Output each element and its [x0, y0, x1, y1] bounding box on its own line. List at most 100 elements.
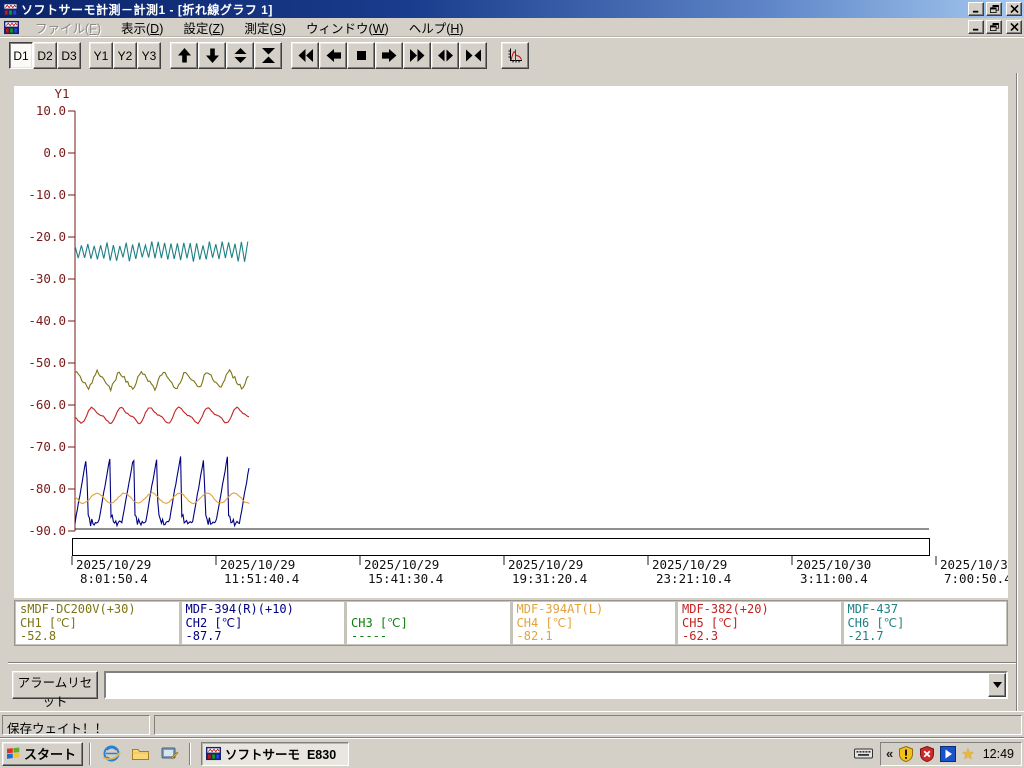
ie-icon[interactable]	[101, 744, 121, 764]
legend-cell-ch2: MDF-394(R)(+10) CH2 [℃] -87.7	[181, 602, 344, 644]
legend-cell-ch1: sMDF-DC200V(+30) CH1 [℃] -52.8	[16, 602, 179, 644]
expand-vertical-button[interactable]	[226, 42, 254, 69]
shield-error-icon[interactable]	[919, 745, 935, 762]
status-message: 保存ウェイト！！	[2, 715, 150, 735]
x-range-scrollbar[interactable]	[72, 538, 930, 556]
show-desktop-icon[interactable]	[159, 744, 179, 764]
tray-area: « ★ 12:49	[854, 741, 1022, 766]
menu-w[interactable]: ウィンドウ(W)	[296, 16, 399, 39]
step-forward-button[interactable]	[375, 42, 403, 69]
client-right-edge	[1016, 73, 1018, 711]
svg-text:2025/10/29: 2025/10/29	[220, 557, 295, 572]
menubar: ファイル(F) 表示(D) 設定(Z) 測定(S) ウィンドウ(W) ヘルプ(H)	[0, 18, 1024, 37]
star-icon[interactable]: ★	[961, 745, 974, 763]
channel-legend: sMDF-DC200V(+30) CH1 [℃] -52.8 MDF-394(R)(+…	[14, 600, 1008, 646]
minimize-button[interactable]	[968, 2, 984, 16]
expand-horizontal-button[interactable]	[431, 42, 459, 69]
taskbar-separator	[189, 742, 192, 765]
legend-channel: CH3 [℃]	[351, 615, 408, 630]
legend-value: -62.3	[682, 629, 719, 643]
system-tray: « ★ 12:49	[880, 741, 1022, 766]
svg-text:8:01:50.4: 8:01:50.4	[80, 571, 148, 586]
menu-f[interactable]: ファイル(F)	[25, 16, 111, 39]
toolbar-button-y1[interactable]: Y1	[89, 42, 113, 69]
legend-cell-ch5: MDF-382(+20) CH5 [℃] -62.3	[678, 602, 841, 644]
legend-name: MDF-382(+20)	[682, 602, 769, 616]
skip-forward-button[interactable]	[403, 42, 431, 69]
app-icon	[3, 2, 18, 17]
menu-d[interactable]: 表示(D)	[111, 16, 173, 39]
alarm-reset-button[interactable]: アラームリセット	[12, 671, 98, 709]
legend-channel: CH6 [℃]	[847, 615, 905, 630]
menu-h[interactable]: ヘルプ(H)	[399, 16, 474, 39]
legend-name	[351, 603, 506, 617]
svg-text:2025/10/30: 2025/10/30	[940, 557, 1008, 572]
trace-ch2	[74, 456, 250, 528]
app-icon	[206, 746, 222, 761]
taskbar-separator	[89, 742, 92, 765]
trace-ch1	[74, 368, 249, 393]
legend-cell-ch4: MDF-394AT(L) CH4 [℃] -82.1	[512, 602, 675, 644]
skip-back-button[interactable]	[291, 42, 319, 69]
down-arrow-button[interactable]	[198, 42, 226, 69]
collapse-vertical-button[interactable]	[254, 42, 282, 69]
child-close-button[interactable]	[1006, 20, 1022, 34]
child-minimize-button[interactable]	[968, 20, 984, 34]
svg-text:-30.0: -30.0	[28, 271, 66, 286]
tray-clock[interactable]: 12:49	[980, 747, 1014, 761]
toolbar-button-d1[interactable]: D1	[9, 42, 33, 69]
toolbar-button-d2[interactable]: D2	[33, 42, 57, 69]
legend-cell-ch3: CH3 [℃] -----	[347, 602, 510, 644]
alarm-combo-value[interactable]	[106, 673, 988, 697]
taskbar-app-label: ソフトサーモ E830	[225, 748, 337, 762]
restore-button[interactable]	[986, 2, 1002, 16]
legend-value: -87.7	[185, 629, 222, 643]
svg-text:2025/10/30: 2025/10/30	[796, 557, 871, 572]
up-arrow-button[interactable]	[170, 42, 198, 69]
toolbar-gap	[161, 55, 170, 56]
svg-text:2025/10/29: 2025/10/29	[508, 557, 583, 572]
child-restore-button[interactable]	[986, 20, 1002, 34]
svg-text:3:11:00.4: 3:11:00.4	[800, 571, 868, 586]
collapse-horizontal-button[interactable]	[459, 42, 487, 69]
shield-warning-icon[interactable]	[898, 745, 914, 762]
menu-s[interactable]: 測定(S)	[234, 16, 296, 39]
chevron-left-icon[interactable]: «	[886, 746, 893, 761]
child-window-controls	[968, 20, 1022, 34]
x-axis-labels: 2025/10/298:01:50.42025/10/2911:51:40.42…	[71, 556, 1008, 586]
svg-text:-50.0: -50.0	[28, 355, 66, 370]
legend-value: -82.1	[516, 629, 553, 643]
legend-name: sMDF-DC200V(+30)	[20, 602, 136, 616]
quick-launch	[97, 744, 183, 764]
toolbar-button-d3[interactable]: D3	[57, 42, 81, 69]
legend-channel: CH2 [℃]	[185, 615, 243, 630]
alarm-combo[interactable]	[104, 671, 1008, 699]
media-play-icon[interactable]	[940, 745, 957, 762]
stop-button[interactable]	[347, 42, 375, 69]
graph-button[interactable]	[501, 42, 529, 69]
toolbar-button-y2[interactable]: Y2	[113, 42, 137, 69]
screen: ソフトサーモ計測－計測1 - [折れ線グラフ 1] ファイル(F) 表示(D) 設定…	[0, 0, 1024, 768]
folder-icon[interactable]	[130, 744, 150, 764]
taskbar-app-button[interactable]: ソフトサーモ E830	[201, 741, 350, 766]
document-icon[interactable]	[4, 20, 19, 35]
svg-text:-90.0: -90.0	[28, 523, 66, 538]
toolbar-gap	[282, 55, 291, 56]
line-graph-panel: Y1 10.0 0.0 -10.0 -20.0 -30.0 -40.0 -50.0 -60.0 -…	[14, 86, 1008, 598]
trace-ch5	[74, 406, 250, 425]
start-button[interactable]: スタート	[2, 741, 84, 766]
step-back-button[interactable]	[319, 42, 347, 69]
legend-name: MDF-437	[847, 602, 899, 616]
svg-text:-60.0: -60.0	[28, 397, 66, 412]
legend-value: -----	[351, 629, 388, 643]
statusbar: 保存ウェイト！！	[0, 711, 1024, 738]
toolbar-button-y3[interactable]: Y3	[137, 42, 161, 69]
menu-z[interactable]: 設定(Z)	[173, 16, 234, 39]
close-button[interactable]	[1006, 2, 1022, 16]
legend-value: -21.7	[847, 629, 884, 643]
svg-text:23:21:10.4: 23:21:10.4	[656, 571, 731, 586]
trace-ch4	[74, 492, 250, 505]
combo-dropdown-button[interactable]	[988, 673, 1006, 697]
keyboard-icon[interactable]	[854, 747, 874, 761]
svg-text:-70.0: -70.0	[28, 439, 66, 454]
